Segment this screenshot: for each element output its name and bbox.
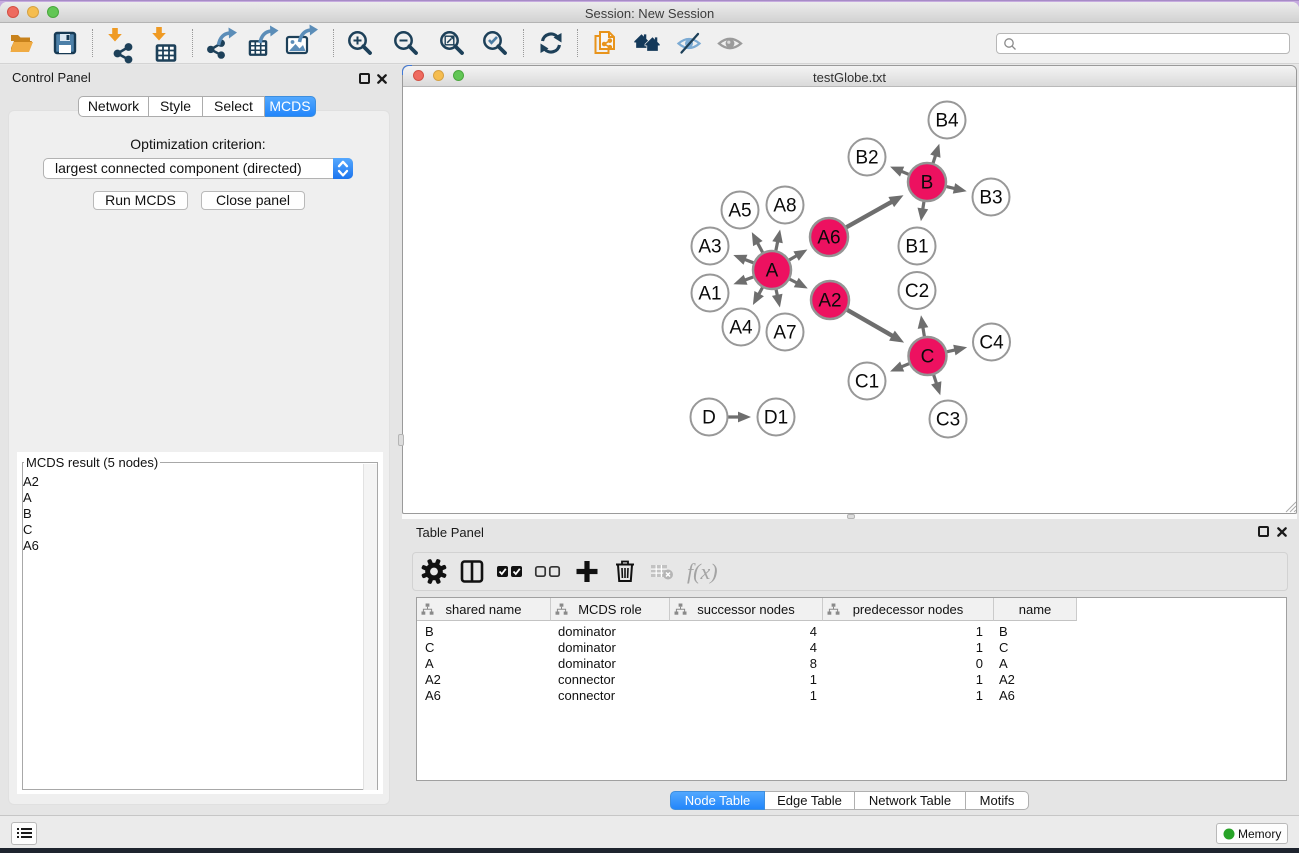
svg-text:A1: A1 bbox=[698, 284, 721, 305]
svg-text:B4: B4 bbox=[935, 111, 959, 132]
svg-text:A8: A8 bbox=[773, 196, 796, 217]
svg-text:A3: A3 bbox=[698, 237, 721, 258]
svg-text:C1: C1 bbox=[855, 372, 879, 393]
svg-text:A: A bbox=[766, 261, 779, 282]
svg-text:B3: B3 bbox=[979, 188, 1002, 209]
svg-text:D: D bbox=[702, 408, 716, 429]
svg-text:C4: C4 bbox=[979, 333, 1004, 354]
svg-text:C2: C2 bbox=[905, 281, 929, 302]
svg-text:C3: C3 bbox=[936, 410, 960, 431]
svg-text:B1: B1 bbox=[905, 237, 928, 258]
svg-text:A7: A7 bbox=[773, 323, 796, 344]
svg-text:A6: A6 bbox=[817, 228, 840, 249]
svg-text:f(x): f(x) bbox=[687, 559, 718, 584]
svg-text:A2: A2 bbox=[818, 291, 841, 312]
svg-text:B: B bbox=[921, 173, 934, 194]
svg-text:D1: D1 bbox=[764, 408, 788, 429]
svg-text:B2: B2 bbox=[855, 148, 878, 169]
svg-text:A4: A4 bbox=[729, 318, 753, 339]
svg-text:C: C bbox=[921, 347, 935, 368]
svg-text:A5: A5 bbox=[728, 201, 751, 222]
